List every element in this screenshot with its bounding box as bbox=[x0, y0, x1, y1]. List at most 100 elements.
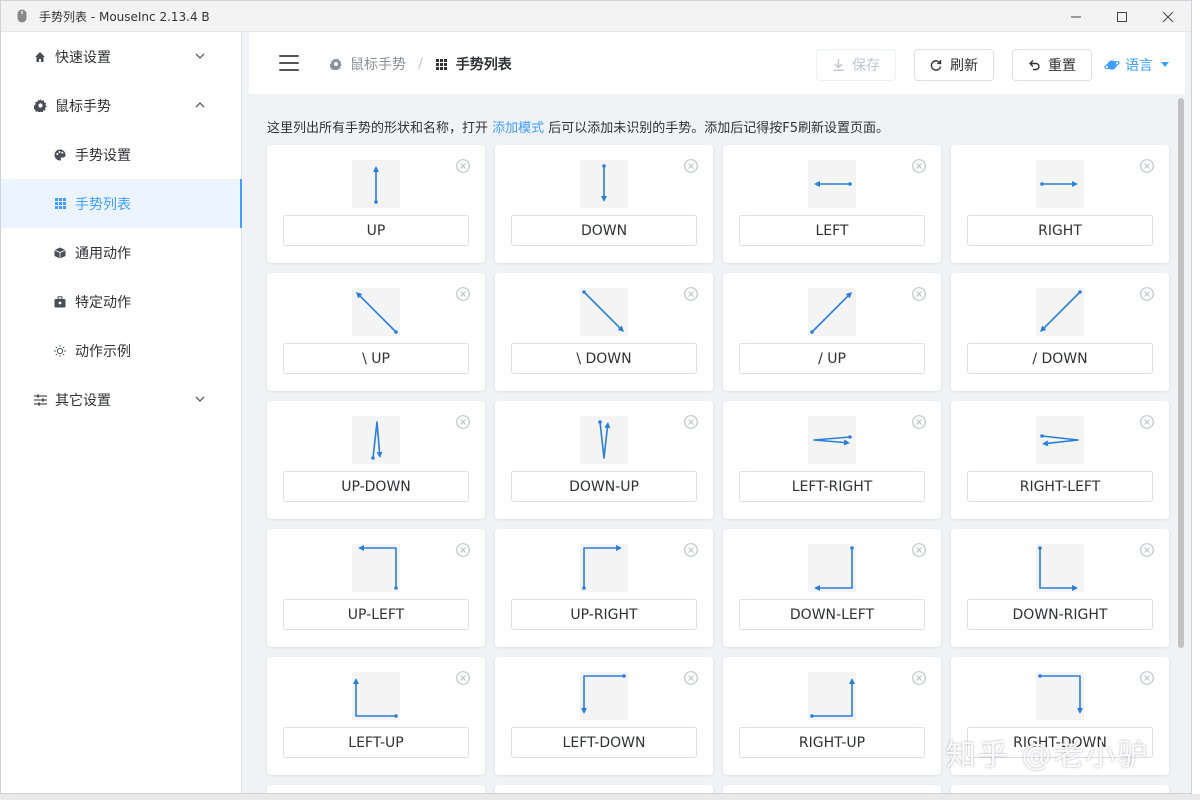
gesture-name-field[interactable]: \ UP bbox=[283, 343, 469, 374]
gesture-name-field[interactable]: DOWN bbox=[511, 215, 697, 246]
sliders-icon bbox=[33, 393, 47, 407]
close-circle-icon[interactable] bbox=[684, 287, 698, 301]
close-circle-icon[interactable] bbox=[1140, 543, 1154, 557]
gesture-name-field[interactable]: DOWN-UP bbox=[511, 471, 697, 502]
sidebar-item-label: 特定动作 bbox=[75, 294, 131, 311]
refresh-icon bbox=[930, 59, 942, 71]
maximize-icon[interactable] bbox=[1099, 1, 1145, 32]
gesture-card: LEFT-RIGHT bbox=[723, 401, 941, 519]
breadcrumb-item-current: 手势列表 bbox=[435, 54, 512, 74]
close-circle-icon[interactable] bbox=[456, 671, 470, 685]
gesture-card bbox=[267, 785, 485, 793]
sidebar-item-mouse-gesture[interactable]: 鼠标手势 bbox=[1, 81, 241, 130]
sidebar-item-gesture-settings[interactable]: 手势设置 bbox=[1, 130, 241, 179]
gesture-card: RIGHT-UP bbox=[723, 657, 941, 775]
close-circle-icon[interactable] bbox=[684, 543, 698, 557]
close-circle-icon[interactable] bbox=[456, 159, 470, 173]
breadcrumb-item[interactable]: 鼠标手势 bbox=[329, 54, 406, 74]
gesture-name-field[interactable]: DOWN-RIGHT bbox=[967, 599, 1153, 630]
sidebar-item-action-examples[interactable]: 动作示例 bbox=[1, 326, 241, 375]
gesture-name-field[interactable]: DOWN-LEFT bbox=[739, 599, 925, 630]
scrollbar-thumb[interactable] bbox=[1178, 98, 1184, 648]
gesture-card: / DOWN bbox=[951, 273, 1169, 391]
breadcrumb-separator: / bbox=[418, 56, 423, 72]
sidebar-item-gesture-list[interactable]: 手势列表 bbox=[1, 179, 242, 228]
gesture-name-field[interactable]: LEFT bbox=[739, 215, 925, 246]
gear-icon bbox=[329, 58, 342, 71]
header: 鼠标手势 / 手势列表 保存 刷新 重置 语言 bbox=[249, 32, 1185, 94]
sidebar-item-specific-actions[interactable]: 特定动作 bbox=[1, 277, 241, 326]
sidebar-item-other-settings[interactable]: 其它设置 bbox=[1, 375, 241, 424]
close-circle-icon[interactable] bbox=[912, 287, 926, 301]
gesture-card: LEFT bbox=[723, 145, 941, 263]
save-button[interactable]: 保存 bbox=[816, 49, 896, 81]
gesture-card: DOWN-RIGHT bbox=[951, 529, 1169, 647]
gesture-name-field[interactable]: UP-RIGHT bbox=[511, 599, 697, 630]
gesture-shape-fs-down bbox=[1036, 288, 1084, 336]
gesture-name-field[interactable]: RIGHT bbox=[967, 215, 1153, 246]
reset-button[interactable]: 重置 bbox=[1012, 49, 1092, 81]
gesture-shape-down-right bbox=[1036, 544, 1084, 592]
refresh-button[interactable]: 刷新 bbox=[914, 49, 994, 81]
close-circle-icon[interactable] bbox=[912, 159, 926, 173]
gesture-card: RIGHT bbox=[951, 145, 1169, 263]
close-circle-icon[interactable] bbox=[456, 543, 470, 557]
gesture-card: DOWN bbox=[495, 145, 713, 263]
gesture-shape-left-down bbox=[580, 672, 628, 720]
sidebar-item-label: 手势列表 bbox=[75, 196, 131, 213]
gesture-shape-left bbox=[808, 160, 856, 208]
close-circle-icon[interactable] bbox=[912, 543, 926, 557]
window-title: 手势列表 - MouseInc 2.13.4 B bbox=[39, 9, 210, 24]
sidebar-item-common-actions[interactable]: 通用动作 bbox=[1, 228, 241, 277]
gesture-name-field[interactable]: LEFT-RIGHT bbox=[739, 471, 925, 502]
grid-icon bbox=[53, 197, 67, 211]
gesture-name-field[interactable]: LEFT-UP bbox=[283, 727, 469, 758]
gesture-shape-down bbox=[580, 160, 628, 208]
gesture-name-field[interactable]: RIGHT-LEFT bbox=[967, 471, 1153, 502]
sidebar-item-label: 通用动作 bbox=[75, 245, 131, 262]
breadcrumb: 鼠标手势 / 手势列表 bbox=[329, 54, 512, 74]
close-circle-icon[interactable] bbox=[1140, 159, 1154, 173]
close-circle-icon[interactable] bbox=[1140, 671, 1154, 685]
close-circle-icon[interactable] bbox=[1140, 287, 1154, 301]
gesture-name-field[interactable]: / DOWN bbox=[967, 343, 1153, 374]
grid-icon bbox=[435, 58, 448, 71]
gesture-card bbox=[495, 785, 713, 793]
gesture-name-field[interactable]: UP-DOWN bbox=[283, 471, 469, 502]
main-panel: 鼠标手势 / 手势列表 保存 刷新 重置 语言 这里列出所有手势的形状和名称，打… bbox=[249, 32, 1185, 793]
gesture-name-field[interactable]: UP-LEFT bbox=[283, 599, 469, 630]
close-circle-icon[interactable] bbox=[456, 415, 470, 429]
close-window-icon[interactable] bbox=[1145, 1, 1191, 32]
language-dropdown[interactable]: 语言 bbox=[1104, 55, 1169, 75]
close-circle-icon[interactable] bbox=[456, 287, 470, 301]
sidebar-item-quick-settings[interactable]: 快速设置 bbox=[1, 32, 241, 81]
gesture-name-field[interactable]: LEFT-DOWN bbox=[511, 727, 697, 758]
close-circle-icon[interactable] bbox=[1140, 415, 1154, 429]
close-circle-icon[interactable] bbox=[912, 415, 926, 429]
gesture-name-field[interactable]: RIGHT-UP bbox=[739, 727, 925, 758]
reset-label: 重置 bbox=[1048, 58, 1076, 74]
scrollbar[interactable] bbox=[1177, 94, 1185, 793]
minimize-icon[interactable] bbox=[1053, 1, 1099, 32]
close-circle-icon[interactable] bbox=[684, 159, 698, 173]
download-icon bbox=[832, 59, 844, 71]
home-icon bbox=[33, 50, 47, 64]
cube-icon bbox=[53, 246, 67, 260]
gesture-name-field[interactable]: / UP bbox=[739, 343, 925, 374]
close-circle-icon[interactable] bbox=[684, 415, 698, 429]
gesture-name-field[interactable]: UP bbox=[283, 215, 469, 246]
sidebar-item-label: 鼠标手势 bbox=[55, 98, 111, 115]
gesture-shape-down-left bbox=[808, 544, 856, 592]
close-circle-icon[interactable] bbox=[912, 671, 926, 685]
gesture-shape-left-right bbox=[808, 416, 856, 464]
tip-text-after: 后可以添加未识别的手势。添加后记得按F5刷新设置页面。 bbox=[544, 121, 890, 136]
gesture-shape-up-down bbox=[352, 416, 400, 464]
menu-toggle-icon[interactable] bbox=[279, 55, 299, 71]
gesture-shape-bs-down bbox=[580, 288, 628, 336]
add-mode-link[interactable]: 添加模式 bbox=[492, 121, 544, 136]
close-circle-icon[interactable] bbox=[684, 671, 698, 685]
title-bar: 手势列表 - MouseInc 2.13.4 B bbox=[1, 1, 1191, 32]
instruction-text: 这里列出所有手势的形状和名称，打开 添加模式 后可以添加未识别的手势。添加后记得… bbox=[267, 117, 889, 136]
gesture-name-field[interactable]: \ DOWN bbox=[511, 343, 697, 374]
sidebar-item-label: 其它设置 bbox=[55, 392, 111, 409]
